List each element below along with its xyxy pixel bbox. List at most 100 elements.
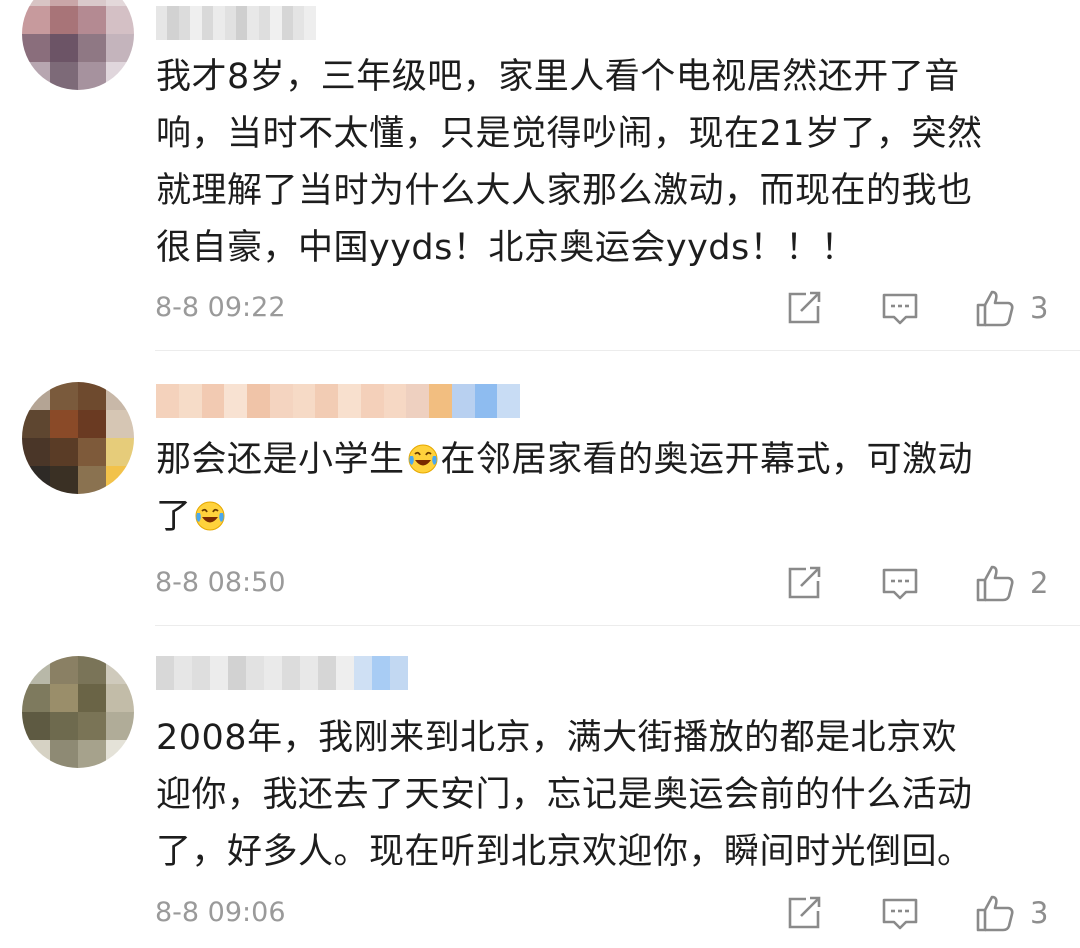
- avatar-pixel: [106, 656, 134, 684]
- avatar-pixel: [50, 382, 78, 410]
- avatar-pixel: [50, 34, 78, 62]
- username-pixel: [372, 656, 390, 690]
- username-pixel: [338, 384, 361, 418]
- username[interactable]: [156, 6, 316, 40]
- username-pixel: [210, 656, 228, 690]
- avatar-pixel: [78, 34, 106, 62]
- comment-meta: 8-8 09:22 3: [0, 288, 1080, 328]
- username-pixel: [282, 656, 300, 690]
- avatar-pixel: [106, 6, 134, 34]
- avatar-pixel: [78, 466, 106, 494]
- avatar-pixel: [50, 438, 78, 466]
- avatar-pixel: [50, 684, 78, 712]
- username-pixel: [429, 384, 452, 418]
- username-pixel: [156, 656, 174, 690]
- share-icon[interactable]: [784, 563, 824, 603]
- username-pixel: [318, 656, 336, 690]
- username-pixel: [390, 656, 408, 690]
- avatar-pixel: [106, 34, 134, 62]
- avatar-pixel: [22, 684, 50, 712]
- like-count: 3: [1030, 291, 1049, 325]
- avatar-pixel: [78, 410, 106, 438]
- username-pixel: [246, 656, 264, 690]
- username-pixel: [174, 656, 192, 690]
- avatar-pixel: [50, 466, 78, 494]
- reply-icon[interactable]: [880, 288, 920, 328]
- username-pixel: [201, 6, 214, 40]
- comment-meta: 8-8 09:06 3: [0, 893, 1080, 933]
- username-pixel: [235, 6, 248, 40]
- username-pixel: [383, 384, 407, 418]
- comment-time: 8-8 09:22: [155, 292, 286, 323]
- avatar-pixel: [78, 740, 106, 768]
- reply-icon[interactable]: [880, 563, 920, 603]
- avatar-pixel: [22, 410, 50, 438]
- avatar-pixel: [50, 6, 78, 34]
- avatar-pixel: [78, 656, 106, 684]
- username[interactable]: [156, 656, 408, 690]
- thumbs-up-icon[interactable]: [975, 288, 1015, 328]
- avatar[interactable]: [22, 0, 134, 90]
- avatar-pixel: [106, 410, 134, 438]
- avatar[interactable]: [22, 382, 134, 494]
- username-pixel: [360, 384, 384, 418]
- comment-text: 那会还是小学生 在邻居家看的奥运开幕式，可激动 了: [156, 440, 974, 537]
- username-pixel: [201, 384, 225, 418]
- username-pixel: [213, 6, 225, 40]
- laughing-crying-emoji-icon: [195, 501, 225, 531]
- username-pixel: [247, 384, 270, 418]
- avatar-pixel: [106, 684, 134, 712]
- avatar-pixel: [106, 466, 134, 494]
- divider: [155, 350, 1080, 351]
- avatar-pixel: [50, 656, 78, 684]
- share-icon[interactable]: [784, 288, 824, 328]
- avatar-pixel: [50, 62, 78, 90]
- username-pixel: [264, 656, 282, 690]
- avatar-pixel: [22, 62, 50, 90]
- avatar-pixel: [78, 684, 106, 712]
- avatar-pixel: [106, 740, 134, 768]
- avatar-pixel: [22, 34, 50, 62]
- avatar-pixel: [78, 6, 106, 34]
- comment-time: 8-8 09:06: [155, 897, 286, 928]
- username-pixel: [178, 384, 202, 418]
- username-pixel: [406, 384, 429, 418]
- username-pixel: [281, 6, 294, 40]
- avatar-pixel: [106, 62, 134, 90]
- avatar-pixel: [22, 382, 50, 410]
- avatar-pixel: [22, 466, 50, 494]
- username-pixel: [224, 384, 247, 418]
- avatar-pixel: [22, 6, 50, 34]
- username-pixel: [247, 6, 259, 40]
- comment-text: 2008年，我刚来到北京，满大街播放的都是北京欢 迎你，我还去了天安门，忘记是奥…: [156, 718, 973, 872]
- avatar-pixel: [22, 438, 50, 466]
- username-pixel: [190, 6, 202, 40]
- reply-icon[interactable]: [880, 893, 920, 933]
- thumbs-up-icon[interactable]: [975, 563, 1015, 603]
- avatar-pixel: [78, 712, 106, 740]
- avatar[interactable]: [22, 656, 134, 768]
- avatar-pixel: [106, 438, 134, 466]
- username-pixel: [228, 656, 246, 690]
- username-pixel: [224, 6, 236, 40]
- username-pixel: [304, 6, 316, 40]
- username-pixel: [315, 384, 338, 418]
- avatar-pixel: [78, 438, 106, 466]
- avatar-pixel: [78, 382, 106, 410]
- username-pixel: [354, 656, 372, 690]
- laughing-crying-emoji-icon: [408, 444, 438, 474]
- avatar-pixel: [22, 656, 50, 684]
- avatar-pixel: [22, 740, 50, 768]
- username-pixel: [269, 384, 293, 418]
- username-pixel: [300, 656, 318, 690]
- comment-text: 我才8岁，三年级吧，家里人看个电视居然还开了音 响，当时不太懂，只是觉得吵闹，现…: [156, 57, 983, 268]
- username[interactable]: [156, 384, 520, 418]
- username-pixel: [156, 6, 168, 40]
- like-count: 3: [1030, 896, 1049, 930]
- comment-meta: 8-8 08:50 2: [0, 563, 1080, 603]
- thumbs-up-icon[interactable]: [975, 893, 1015, 933]
- avatar-pixel: [78, 62, 106, 90]
- avatar-pixel: [50, 410, 78, 438]
- share-icon[interactable]: [784, 893, 824, 933]
- divider: [155, 625, 1080, 626]
